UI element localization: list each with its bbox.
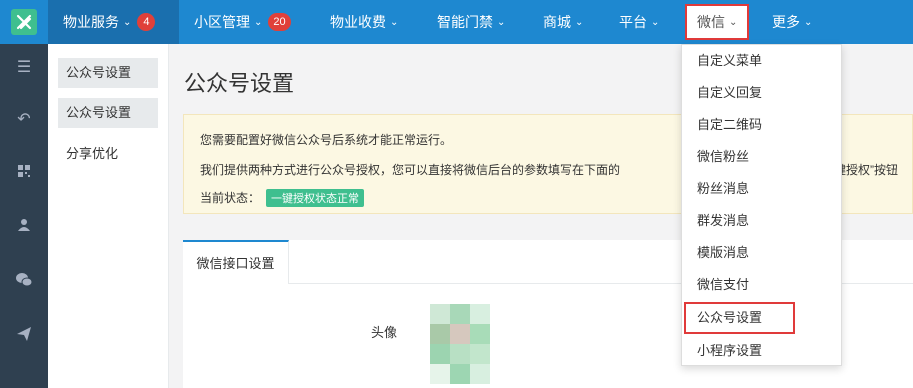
status-badge: 一键授权状态正常 [266,189,365,207]
nav-label: 物业收费 [330,14,386,30]
chevron-down-icon: ⌄ [804,16,813,28]
chevron-down-icon: ⌄ [123,16,132,28]
nav-wuye-fuwu[interactable]: 物业服务 ⌄ 4 [48,0,179,44]
chevron-down-icon: ⌄ [390,16,399,28]
nav-shangcheng[interactable]: 商城 ⌄ [543,0,583,44]
nav-weixin[interactable]: 微信 ⌄ [685,4,750,40]
menu-item-fans-messages[interactable]: 粉丝消息 [682,173,841,205]
nav-label: 商城 [543,14,571,30]
nav-label: 更多 [772,14,800,30]
menu-item-custom-menu[interactable]: 自定义菜单 [682,45,841,77]
menu-item-template-messages[interactable]: 模版消息 [682,237,841,269]
menu-item-wechat-fans[interactable]: 微信粉丝 [682,141,841,173]
notice-line-2: 我们提供两种方式进行公众号授权，您可以直接将微信后台的参数填写在下面的 [200,163,621,177]
wechat-icon[interactable] [14,272,34,292]
menu-item-miniprogram-settings[interactable]: 小程序设置 [682,335,841,367]
notice-line-1: 您需要配置好微信公众号后系统才能正常运行。 [200,133,453,147]
notification-badge: 20 [268,13,291,31]
reply-icon[interactable]: ↶ [14,110,34,130]
tab-weixin-jiekou[interactable]: 微信接口设置 [183,240,289,284]
logo[interactable] [0,0,48,44]
icon-sidebar: ☰ ↶ [0,44,48,388]
status-row: 当前状态： 一键授权状态正常 [200,189,365,207]
chevron-down-icon: ⌄ [254,16,263,28]
qrcode-icon[interactable] [14,164,34,184]
chevron-down-icon: ⌄ [651,16,660,28]
avatar-label: 头像 [371,325,398,340]
page-title: 公众号设置 [184,71,295,96]
submenu: 公众号设置 公众号设置 分享优化 [48,44,169,388]
avatar[interactable] [430,304,490,384]
submenu-item-gongzhonghao[interactable]: 公众号设置 [58,98,158,128]
chevron-down-icon: ⌄ [729,16,738,28]
menu-item-custom-qrcode[interactable]: 自定二维码 [682,109,841,141]
nav-xiaoqu-guanli[interactable]: 小区管理 ⌄ 20 [194,0,291,44]
submenu-item-header[interactable]: 公众号设置 [58,58,158,88]
menu-item-wechat-pay[interactable]: 微信支付 [682,269,841,301]
nav-label: 平台 [619,14,647,30]
nav-pingtai[interactable]: 平台 ⌄ [619,0,659,44]
logo-icon [11,9,37,35]
nav-zhineng-menjin[interactable]: 智能门禁 ⌄ [437,0,505,44]
submenu-item-fenxiang[interactable]: 分享优化 [58,139,158,169]
notice-line-2-tail: 键授权”按钮 [834,163,898,177]
nav-wuye-shoufei[interactable]: 物业收费 ⌄ [330,0,398,44]
nav-label: 微信 [697,14,725,30]
status-label: 当前状态： [200,191,261,205]
notification-badge: 4 [137,13,156,31]
user-icon[interactable] [14,218,34,238]
send-icon[interactable] [14,326,34,346]
chevron-down-icon: ⌄ [497,16,506,28]
chevron-down-icon: ⌄ [575,16,584,28]
nav-label: 智能门禁 [437,14,493,30]
top-navbar: 物业服务 ⌄ 4 小区管理 ⌄ 20 物业收费 ⌄ 智能门禁 ⌄ 商城 ⌄ 平台… [0,0,913,44]
menu-item-custom-reply[interactable]: 自定义回复 [682,77,841,109]
menu-item-mass-messages[interactable]: 群发消息 [682,205,841,237]
list-icon[interactable]: ☰ [14,58,34,78]
nav-label: 小区管理 [194,14,250,30]
nav-label: 物业服务 [63,14,119,30]
menu-item-gongzhonghao-settings[interactable]: 公众号设置 [684,302,795,334]
weixin-dropdown-menu: 自定义菜单 自定义回复 自定二维码 微信粉丝 粉丝消息 群发消息 模版消息 微信… [681,44,842,366]
nav-gengduo[interactable]: 更多 ⌄ [772,0,812,44]
